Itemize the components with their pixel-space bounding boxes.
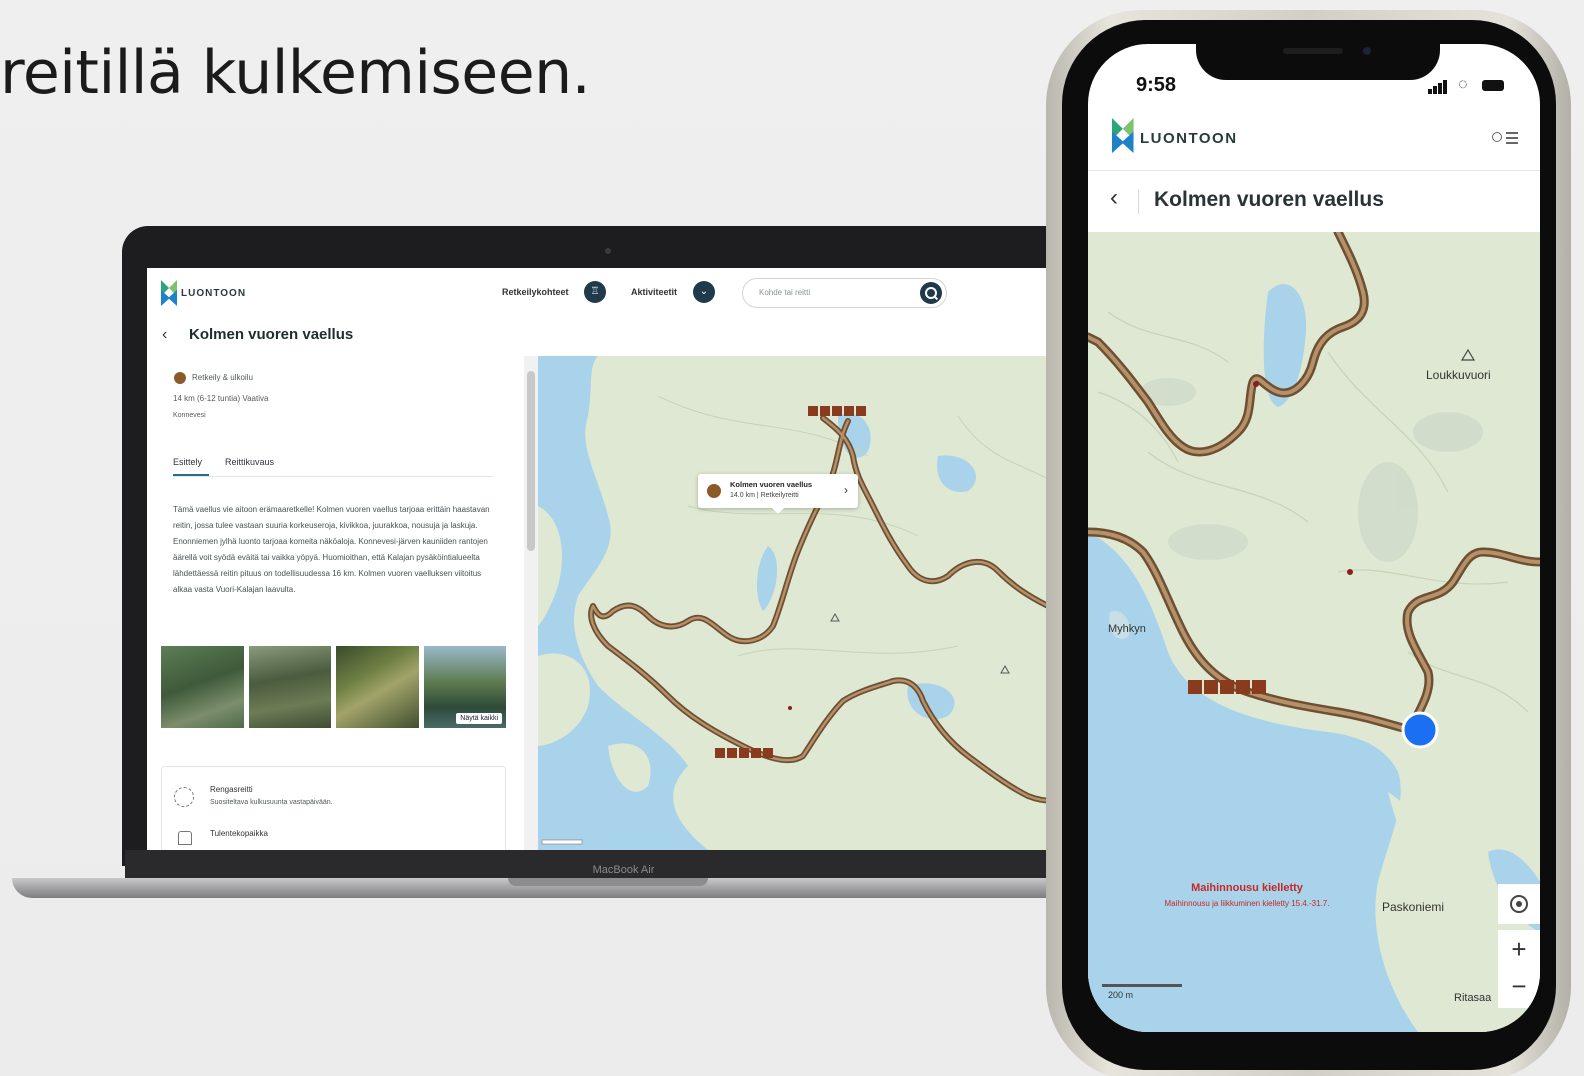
map-label-place: Paskoniemi xyxy=(1382,900,1445,914)
web-map-canvas[interactable] xyxy=(538,356,1122,850)
wifi-icon: ◌ xyxy=(1458,76,1468,93)
tab-route-description[interactable]: Reittikuvaus xyxy=(225,457,274,467)
map-scale-label: 200 m xyxy=(1108,990,1134,1000)
search-icon[interactable] xyxy=(920,282,942,304)
phone-screen: 9:58 ◌ LUONTOON ‹ Kolmen vuoren vaellus xyxy=(1088,44,1540,1032)
phone-speaker xyxy=(1283,48,1343,54)
phone-logo-text[interactable]: LUONTOON xyxy=(1140,130,1238,147)
route-details-panel: Retkeily & ulkoilu 14 km (6-12 tuntia) V… xyxy=(147,356,522,850)
service-icons-cluster[interactable] xyxy=(715,748,773,758)
show-all-photos-button[interactable]: Näytä kaikki xyxy=(456,713,502,724)
status-time: 9:58 xyxy=(1136,74,1177,96)
hiking-category-icon xyxy=(174,372,186,384)
back-chevron-icon[interactable]: ‹ xyxy=(1110,184,1118,212)
zoom-out-icon[interactable]: − xyxy=(1498,968,1540,1008)
feature-title: Tulentekopaikka xyxy=(210,829,268,838)
map-route-popup[interactable]: Kolmen vuoren vaellus 14.0 km | Retkeily… xyxy=(698,474,858,514)
cellular-signal-icon xyxy=(1428,80,1450,94)
phone-page-title: Kolmen vuoren vaellus xyxy=(1154,188,1384,211)
gallery-photo[interactable] xyxy=(248,646,331,728)
web-map[interactable]: Kolmen vuoren vaellus 14.0 km | Retkeily… xyxy=(538,356,1122,850)
feature-subtitle: Suositeltava kulkusuunta vastapäivään. xyxy=(210,799,333,806)
nav-activities[interactable]: Aktiviteetit xyxy=(631,287,677,297)
back-chevron-icon[interactable]: ‹ xyxy=(162,326,167,344)
laptop-camera xyxy=(605,248,611,254)
gallery-photo[interactable]: Näytä kaikki xyxy=(423,646,506,728)
chevron-down-icon[interactable]: ⌄ xyxy=(693,281,715,303)
map-restriction-body: Maihinnousu ja liikkuminen kielletty 15.… xyxy=(1164,899,1330,908)
hiker-icon[interactable]: ♖ xyxy=(584,281,606,303)
route-meta: 14 km (6-12 tuntia) Vaativa xyxy=(173,394,269,403)
popup-title: Kolmen vuoren vaellus xyxy=(730,480,813,489)
photo-gallery: Näytä kaikki xyxy=(161,646,506,728)
feature-title: Rengasreitti xyxy=(210,785,253,794)
search-placeholder: Kohde tai reitti xyxy=(759,288,811,297)
map-label-place: Ritasaa xyxy=(1454,992,1492,1004)
campfire-icon xyxy=(178,831,192,845)
gallery-photo[interactable] xyxy=(336,646,419,728)
phone-notch xyxy=(1196,36,1440,80)
laptop-opening-notch xyxy=(508,878,708,886)
service-icons-cluster[interactable] xyxy=(808,406,866,416)
headline-text: reitillä kulkemiseen. xyxy=(0,38,591,108)
phone-map[interactable]: Loukkuvuori Myhkyn Paskoniemi Ritasaa Ma… xyxy=(1088,232,1540,1032)
loop-route-icon xyxy=(174,787,194,807)
web-logo-text[interactable]: LUONTOON xyxy=(181,288,246,299)
zoom-in-icon[interactable]: + xyxy=(1498,930,1540,970)
chevron-right-icon[interactable]: › xyxy=(844,483,848,497)
scrollbar-thumb[interactable] xyxy=(527,371,535,551)
battery-icon xyxy=(1482,80,1504,91)
search-menu-icon[interactable] xyxy=(1492,126,1518,150)
status-indicators: ◌ xyxy=(1422,76,1512,94)
map-restriction-title: Maihinnousu kielletty xyxy=(1191,882,1303,894)
route-features-box: Rengasreitti Suositeltava kulkusuunta va… xyxy=(161,766,506,850)
map-label-place: Myhkyn xyxy=(1108,623,1146,635)
tab-intro[interactable]: Esittely xyxy=(173,457,202,467)
route-category: Retkeily & ulkoilu xyxy=(192,373,253,382)
route-location: Konnevesi xyxy=(173,412,206,419)
route-description: Tämä vaellus vie aitoon erämaaretkelle! … xyxy=(173,505,490,594)
laptop-brand-label: MacBook Air xyxy=(592,864,655,876)
popup-subtitle: 14.0 km | Retkeilyreitti xyxy=(730,492,799,499)
nav-destinations[interactable]: Retkeilykohteet xyxy=(502,287,569,297)
laptop-chin: MacBook Air xyxy=(125,850,1122,880)
active-tab-indicator xyxy=(173,474,209,476)
details-scrollbar[interactable] xyxy=(524,356,538,850)
page-title: Kolmen vuoren vaellus xyxy=(189,326,354,343)
luontoon-logo-icon[interactable] xyxy=(1112,118,1139,167)
marketing-stage: reitillä kulkemiseen. LUONTOON Retkeilyk… xyxy=(0,0,1584,1076)
map-label-peak: Loukkuvuori xyxy=(1426,368,1491,382)
phone-camera xyxy=(1363,47,1371,55)
service-icons-cluster[interactable] xyxy=(1188,680,1266,694)
web-search-field[interactable]: Kohde tai reitti xyxy=(742,278,947,308)
tabs-divider xyxy=(173,476,493,477)
gallery-photo[interactable] xyxy=(161,646,244,728)
luontoon-logo-icon[interactable] xyxy=(161,280,177,306)
laptop-screen: LUONTOON Retkeilykohteet ♖ Aktiviteetit … xyxy=(147,268,1122,850)
phone-map-canvas[interactable] xyxy=(1088,232,1540,1032)
hiking-category-icon xyxy=(707,484,721,498)
title-separator xyxy=(1138,190,1139,214)
locate-me-icon[interactable] xyxy=(1498,884,1540,924)
header-divider xyxy=(1088,170,1540,171)
web-header: LUONTOON Retkeilykohteet ♖ Aktiviteetit … xyxy=(147,268,1122,318)
